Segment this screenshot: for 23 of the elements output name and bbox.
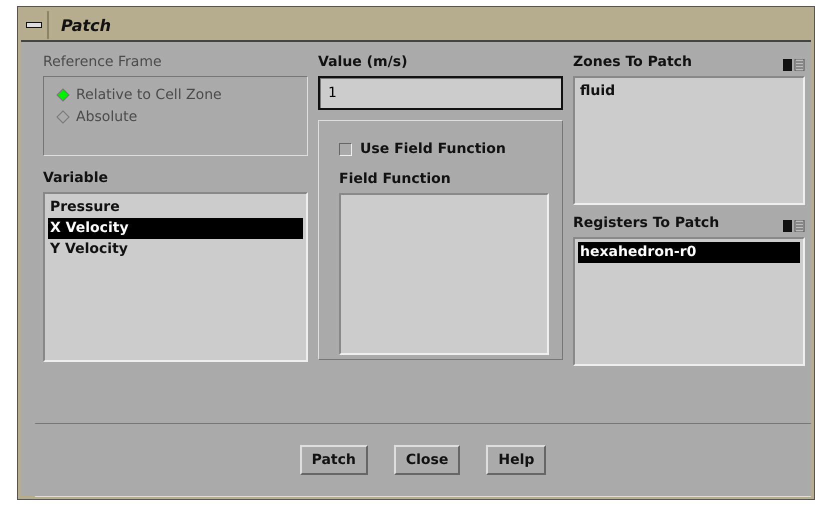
checkbox[interactable] (339, 142, 352, 156)
list-item[interactable]: fluid (578, 81, 800, 102)
field-label: Field Function (339, 171, 452, 189)
list-item[interactable]: Pressure (48, 197, 303, 218)
group-label: Reference Frame (43, 54, 163, 72)
list-item[interactable]: Y Velocity (48, 239, 303, 260)
dialog-button[interactable]: Help (486, 445, 546, 475)
dialog-button[interactable]: Patch (300, 445, 368, 475)
list-label: Registers To Patch (573, 215, 720, 234)
list-item[interactable]: X Velocity (48, 218, 303, 239)
window-title: Patch (61, 16, 112, 34)
dialog-button[interactable]: Close (394, 445, 460, 475)
list-mode-icons[interactable] (783, 220, 805, 232)
value-field[interactable]: 1 (318, 76, 563, 110)
field-label: Value (m/s) (318, 54, 408, 72)
list-label: Zones To Patch (573, 54, 692, 72)
window-menu-icon (26, 22, 42, 28)
list-label: Variable (43, 170, 109, 188)
radio-label: Absolute (76, 109, 138, 125)
radio-label: Relative to Cell Zone (76, 87, 222, 103)
list-mode-icons[interactable] (783, 59, 805, 71)
list-item[interactable]: hexahedron-r0 (578, 242, 800, 264)
checkbox-label: Use Field Function (360, 141, 506, 157)
